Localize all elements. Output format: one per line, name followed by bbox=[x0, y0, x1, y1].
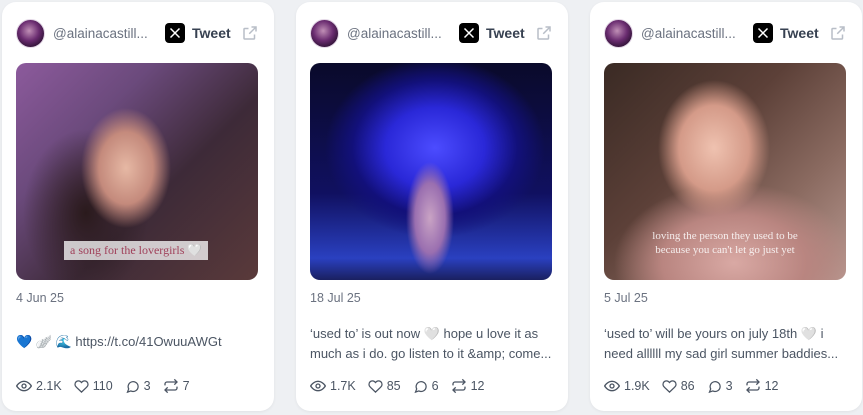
eye-icon bbox=[604, 380, 620, 392]
retweet-icon bbox=[451, 378, 466, 394]
views-stat: 1.9K bbox=[604, 378, 650, 394]
tweet-stats: 1.9K 86 3 12 bbox=[604, 378, 790, 394]
heart-icon bbox=[74, 379, 89, 393]
tweet-media[interactable]: a song for the lovergirls 🤍 bbox=[16, 63, 258, 280]
replies-stat[interactable]: 3 bbox=[707, 379, 733, 394]
views-count: 1.9K bbox=[624, 379, 650, 393]
card-header: @alainacastill... Tweet bbox=[16, 18, 260, 48]
comment-icon bbox=[708, 380, 721, 393]
heart-icon bbox=[662, 379, 677, 393]
external-link-icon[interactable] bbox=[240, 23, 260, 43]
user-handle[interactable]: @alainacastill... bbox=[347, 26, 449, 41]
views-stat: 1.7K bbox=[310, 378, 356, 394]
media-caption: loving the person they used to be becaus… bbox=[652, 230, 798, 256]
tweet-media[interactable]: loving the person they used to be becaus… bbox=[604, 63, 846, 280]
replies-stat[interactable]: 6 bbox=[413, 379, 439, 394]
likes-stat[interactable]: 86 bbox=[662, 379, 695, 394]
retweets-stat[interactable]: 12 bbox=[745, 378, 779, 394]
tweet-stats: 2.1K 110 3 7 bbox=[16, 378, 202, 394]
eye-icon bbox=[310, 380, 326, 392]
tweet-text[interactable]: ‘used to’ will be yours on july 18th 🤍 i… bbox=[604, 324, 848, 364]
replies-count: 3 bbox=[143, 379, 151, 393]
tweet-text[interactable]: ‘used to’ is out now 🤍 hope u love it as… bbox=[310, 324, 554, 364]
tweet-label: Tweet bbox=[192, 25, 231, 41]
tweet-text-line: 💙 🪽 🌊 https://t.co/41OwuuAWGt bbox=[16, 334, 222, 349]
retweet-icon bbox=[745, 378, 760, 394]
tweet-date: 4 Jun 25 bbox=[16, 291, 64, 305]
media-caption: a song for the lovergirls 🤍 bbox=[64, 241, 209, 260]
tweet-text-line: much as i do. go listen to it &amp; come… bbox=[310, 346, 552, 361]
likes-count: 86 bbox=[680, 379, 695, 393]
card-header: @alainacastill... Tweet bbox=[310, 18, 554, 48]
likes-stat[interactable]: 85 bbox=[368, 379, 401, 394]
retweets-count: 7 bbox=[182, 379, 190, 393]
tweet-card[interactable]: @alainacastill... Tweet 18 Jul 25 ‘used … bbox=[296, 2, 568, 411]
external-link-icon[interactable] bbox=[828, 23, 848, 43]
likes-stat[interactable]: 110 bbox=[74, 379, 113, 394]
tweet-label: Tweet bbox=[486, 25, 525, 41]
retweets-count: 12 bbox=[764, 379, 779, 393]
retweets-count: 12 bbox=[470, 379, 485, 393]
tweet-media[interactable] bbox=[310, 63, 552, 280]
views-stat: 2.1K bbox=[16, 378, 62, 394]
tweet-text-line: ‘used to’ will be yours on july 18th 🤍 i bbox=[604, 326, 824, 341]
tweet-card[interactable]: @alainacastill... Tweet a song for the l… bbox=[2, 2, 274, 411]
tweet-date: 5 Jul 25 bbox=[604, 291, 648, 305]
tweet-stats: 1.7K 85 6 12 bbox=[310, 378, 496, 394]
avatar[interactable] bbox=[16, 18, 45, 48]
replies-count: 3 bbox=[725, 379, 733, 393]
card-header: @alainacastill... Tweet bbox=[604, 18, 848, 48]
x-logo-icon bbox=[753, 23, 773, 43]
tweet-date: 18 Jul 25 bbox=[310, 291, 361, 305]
retweets-stat[interactable]: 7 bbox=[163, 378, 190, 394]
tweet-label: Tweet bbox=[780, 25, 819, 41]
tweet-text[interactable]: 💙 🪽 🌊 https://t.co/41OwuuAWGt bbox=[16, 332, 260, 372]
views-count: 2.1K bbox=[36, 379, 62, 393]
replies-stat[interactable]: 3 bbox=[125, 379, 151, 394]
tweet-card[interactable]: @alainacastill... Tweet loving the perso… bbox=[590, 2, 862, 411]
avatar[interactable] bbox=[604, 18, 633, 48]
likes-count: 110 bbox=[92, 379, 113, 393]
x-logo-icon bbox=[165, 23, 185, 43]
avatar[interactable] bbox=[310, 18, 339, 48]
user-handle[interactable]: @alainacastill... bbox=[53, 26, 155, 41]
retweet-icon bbox=[163, 378, 178, 394]
retweets-stat[interactable]: 12 bbox=[451, 378, 485, 394]
user-handle[interactable]: @alainacastill... bbox=[641, 26, 743, 41]
views-count: 1.7K bbox=[330, 379, 356, 393]
tweet-text-line: need allllll my sad girl summer baddies.… bbox=[604, 346, 839, 361]
replies-count: 6 bbox=[431, 379, 439, 393]
external-link-icon[interactable] bbox=[534, 23, 554, 43]
comment-icon bbox=[126, 380, 139, 393]
x-logo-icon bbox=[459, 23, 479, 43]
heart-icon bbox=[368, 379, 383, 393]
eye-icon bbox=[16, 380, 32, 392]
likes-count: 85 bbox=[386, 379, 401, 393]
comment-icon bbox=[414, 380, 427, 393]
tweet-text-line: ‘used to’ is out now 🤍 hope u love it as bbox=[310, 326, 539, 341]
